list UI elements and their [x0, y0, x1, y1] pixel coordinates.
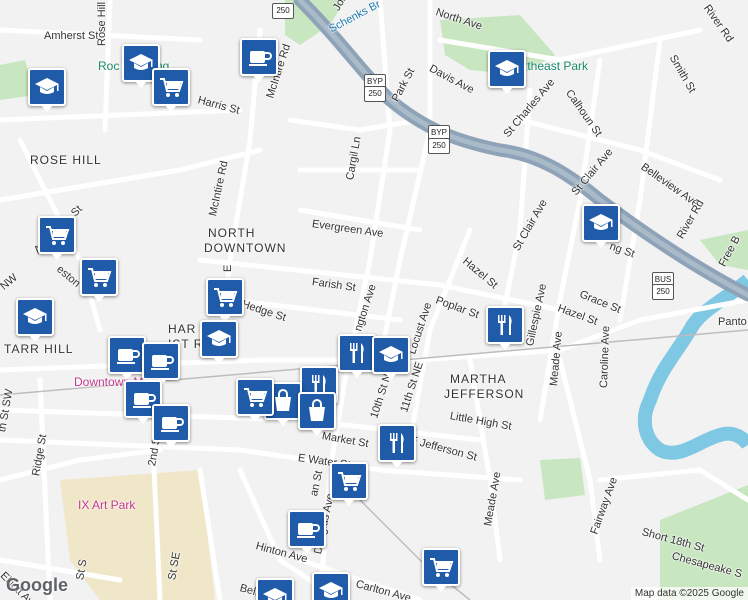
coffee-marker[interactable]: [240, 38, 278, 82]
district-rose-hill: ROSE HILL: [30, 153, 102, 167]
school-marker[interactable]: [312, 572, 350, 600]
shopping-cart-marker[interactable]: [206, 278, 244, 322]
school-marker[interactable]: [488, 50, 526, 94]
street-label: Panto: [718, 316, 747, 328]
shopping-cart-marker[interactable]: [422, 548, 460, 592]
street-label: Amherst St: [44, 30, 99, 42]
coffee-marker[interactable]: [142, 342, 180, 386]
street-label: Caroline Ave: [598, 325, 613, 389]
school-marker[interactable]: [372, 336, 410, 380]
route-250-shield: 250: [428, 138, 450, 154]
coffee-marker[interactable]: [108, 336, 146, 380]
street-label: Rose Hill Dr: [96, 0, 108, 46]
street-label: E: [222, 264, 234, 272]
shopping-cart-marker[interactable]: [80, 258, 118, 302]
district-martha-jefferson-line2: JEFFERSON: [444, 387, 525, 401]
map-attribution[interactable]: Map data ©2025 Google: [630, 587, 748, 600]
coffee-marker[interactable]: [152, 404, 190, 448]
coffee-marker[interactable]: [288, 510, 326, 554]
route-250-shield: 250: [652, 284, 674, 300]
map-canvas[interactable]: ROSE HILL NORTH DOWNTOWN MARTHA JEFFERSO…: [0, 0, 748, 600]
route-250-shield: 250: [364, 86, 386, 102]
district-north-downtown-line1: NORTH: [208, 226, 256, 240]
district-north-downtown-line2: DOWNTOWN: [204, 241, 287, 255]
shopping-bag-marker[interactable]: [298, 392, 336, 436]
restaurant-marker[interactable]: [338, 334, 376, 378]
district-martha-jefferson-line1: MARTHA: [450, 372, 507, 386]
restaurant-marker[interactable]: [486, 306, 524, 350]
shopping-cart-marker[interactable]: [152, 68, 190, 112]
school-marker[interactable]: [256, 578, 294, 600]
school-marker[interactable]: [28, 68, 66, 112]
school-marker[interactable]: [200, 320, 238, 364]
shopping-cart-marker[interactable]: [330, 462, 368, 506]
restaurant-marker[interactable]: [378, 424, 416, 468]
route-250-shield: 250: [272, 3, 294, 19]
poi-ix-art-park[interactable]: IX Art Park: [78, 498, 135, 512]
google-logo: Google: [6, 575, 68, 595]
shopping-cart-marker[interactable]: [236, 378, 274, 422]
school-marker[interactable]: [582, 204, 620, 248]
shopping-cart-marker[interactable]: [38, 216, 76, 260]
district-starr-hill: TARR HILL: [4, 342, 74, 356]
school-marker[interactable]: [16, 298, 54, 342]
